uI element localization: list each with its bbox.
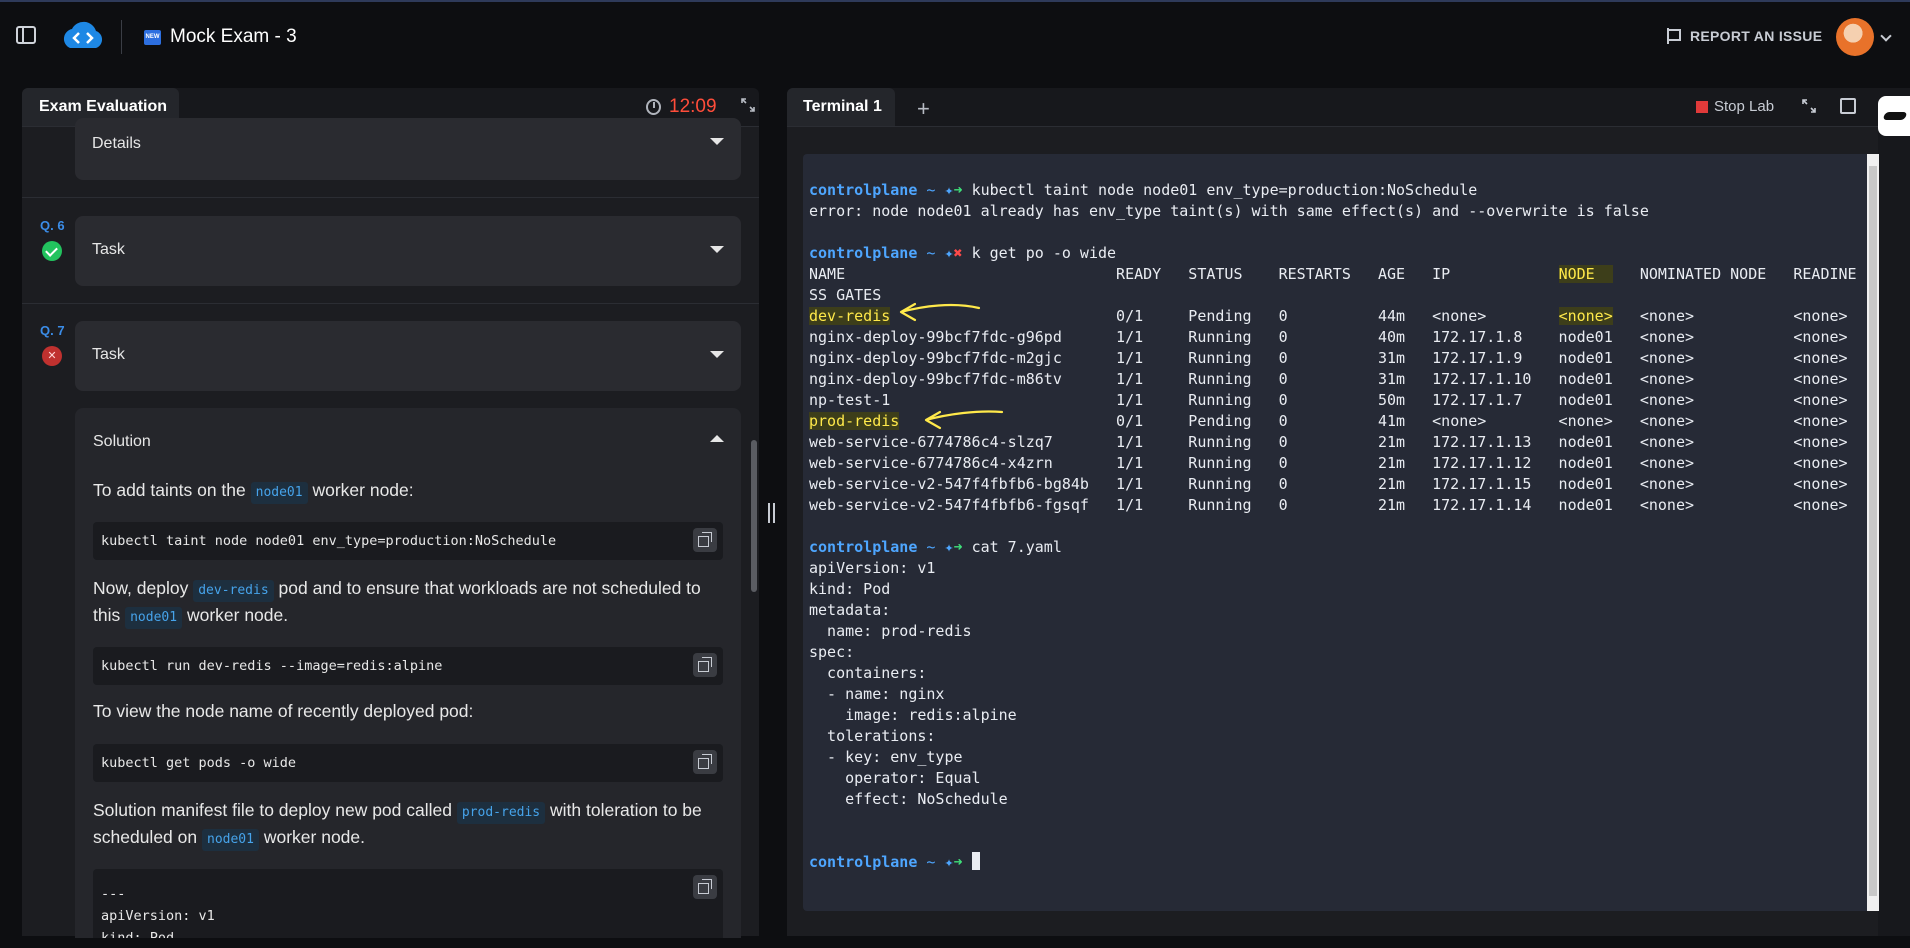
open-external-icon[interactable] [1840, 98, 1856, 114]
header-divider [121, 20, 122, 54]
top-bar: NEW Mock Exam - 3 REPORT AN ISSUE [0, 0, 1910, 70]
task-label: Task [92, 346, 125, 363]
inline-code: node01 [125, 607, 183, 629]
solution-header[interactable]: Solution [75, 408, 741, 472]
copy-button[interactable] [693, 875, 717, 899]
terminal-line: image: redis:alpine [809, 706, 1017, 724]
app-logo-icon[interactable] [58, 18, 108, 54]
code-block: kubectl get pods -o wide [93, 744, 723, 782]
stop-lab-label: Stop Lab [1714, 98, 1775, 115]
stopwatch-icon [646, 99, 661, 115]
terminal-line: SS GATES [809, 286, 882, 304]
terminal-line: error: node node01 already has env_type … [809, 202, 1649, 220]
terminal-line: controlplane ~ ✦✖ k get po -o wide [809, 244, 1117, 262]
details-label: Details [92, 135, 141, 152]
terminal-line: effect: NoSchedule [809, 790, 1008, 808]
timer-value: 12:09 [669, 96, 717, 117]
highlighted-pod-name: prod-redis [809, 412, 900, 430]
inline-code: node01 [250, 482, 308, 504]
incorrect-status-icon: ✕ [42, 346, 62, 366]
solution-label: Solution [93, 433, 151, 450]
exam-timer: 12:09 [646, 96, 717, 118]
terminal-line: web-service-6774786c4-x4zrn 1/1 Running … [809, 454, 1848, 472]
terminal-line: web-service-6774786c4-slzq7 1/1 Running … [809, 433, 1848, 451]
exam-new-badge: NEW [144, 30, 161, 45]
solution-section: Solution To add taints on the node01 wor… [75, 408, 741, 938]
scrollbar[interactable] [751, 440, 757, 592]
code-block: --- apiVersion: v1 kind: Pod [93, 869, 723, 938]
terminal-line: controlplane ~ ✦➜ cat 7.yaml [809, 538, 1062, 556]
avatar[interactable] [1836, 18, 1874, 56]
terminal-line: tolerations: [809, 727, 936, 745]
copy-button[interactable] [693, 653, 717, 677]
expand-icon[interactable] [741, 98, 755, 112]
copy-button[interactable] [693, 528, 717, 552]
details-card[interactable]: Details [75, 118, 741, 180]
terminal-line: containers: [809, 664, 927, 682]
terminal-line: NAME READY STATUS RESTARTS AGE IP NODE N… [809, 265, 1857, 283]
annotation-arrow-icon [924, 410, 1004, 430]
terminal-line: web-service-v2-547f4fbfb6-bg84b 1/1 Runn… [809, 475, 1848, 493]
terminal-line: spec: [809, 643, 855, 661]
annotation-arrow-icon [899, 302, 981, 322]
solution-paragraph: To add taints on the node01 worker node: [93, 477, 723, 504]
stop-lab-button[interactable]: Stop Lab [1696, 98, 1774, 115]
terminal-line: - name: nginx [809, 685, 945, 703]
task-label: Task [92, 241, 125, 258]
solution-paragraph: Now, deploy dev-redis pod and to ensure … [93, 575, 723, 629]
expand-icon[interactable] [1802, 99, 1816, 113]
inline-code: prod-redis [456, 802, 546, 824]
report-issue-button[interactable]: REPORT AN ISSUE [1666, 28, 1822, 44]
highlighted-node-header: NODE [1558, 265, 1613, 283]
copy-button[interactable] [693, 750, 717, 774]
chevron-down-icon[interactable] [1880, 30, 1892, 42]
inline-code: node01 [202, 829, 259, 851]
chevron-down-icon [710, 138, 724, 145]
terminal-line: apiVersion: v1 [809, 559, 936, 577]
add-terminal-tab-button[interactable]: + [917, 96, 930, 122]
flag-icon [1666, 28, 1681, 44]
terminal-line: nginx-deploy-99bcf7fdc-g96pd 1/1 Running… [809, 328, 1848, 346]
terminal-line: - key: env_type [809, 748, 963, 766]
terminal-line: web-service-v2-547f4fbfb6-fgsqf 1/1 Runn… [809, 496, 1848, 514]
solution-paragraph: To view the node name of recently deploy… [93, 701, 474, 721]
question-number-6: Q. 6 [40, 218, 65, 233]
chevron-down-icon [710, 351, 724, 358]
terminal-line: nginx-deploy-99bcf7fdc-m2gjc 1/1 Running… [809, 349, 1848, 367]
highlighted-node-value: <none> [1558, 307, 1613, 325]
terminal-line: nginx-deploy-99bcf7fdc-m86tv 1/1 Running… [809, 370, 1848, 388]
terminal-line: kind: Pod [809, 580, 891, 598]
terminal-prompt[interactable]: controlplane ~ ✦➜ [809, 852, 980, 873]
terminal-cursor [971, 852, 980, 870]
chevron-down-icon [710, 246, 724, 253]
code-block: kubectl run dev-redis --image=redis:alpi… [93, 647, 723, 685]
divider [22, 197, 759, 198]
correct-status-icon [42, 241, 62, 261]
sidebar-toggle-icon[interactable] [16, 26, 36, 44]
question-number-7: Q. 7 [40, 323, 65, 338]
tab-terminal-1[interactable]: Terminal 1 [787, 88, 895, 126]
terminal-scrollbar-thumb[interactable] [1869, 166, 1877, 896]
exam-title: Mock Exam - 3 [170, 26, 297, 47]
terminal-line: metadata: [809, 601, 891, 619]
terminal-line: operator: Equal [809, 769, 981, 787]
q7-task-card[interactable]: Task [75, 321, 741, 391]
terminal-line: name: prod-redis [809, 622, 972, 640]
chevron-up-icon [710, 435, 724, 442]
inline-code: dev-redis [193, 580, 274, 602]
report-issue-label: REPORT AN ISSUE [1690, 28, 1823, 44]
solution-paragraph: Solution manifest file to deploy new pod… [93, 797, 723, 851]
code-block: kubectl taint node node01 env_type=produ… [93, 522, 723, 560]
terminal-screen[interactable]: controlplane ~ ✦➜ kubectl taint node nod… [803, 154, 1879, 911]
highlighted-pod-name: dev-redis [809, 307, 891, 325]
divider [22, 303, 759, 304]
panel-resize-handle[interactable] [768, 503, 776, 523]
stop-icon [1696, 100, 1708, 113]
brand-logo-icon[interactable] [1878, 96, 1910, 136]
q6-task-card[interactable]: Task [75, 216, 741, 286]
terminal-line: controlplane ~ ✦➜ kubectl taint node nod… [809, 181, 1478, 199]
